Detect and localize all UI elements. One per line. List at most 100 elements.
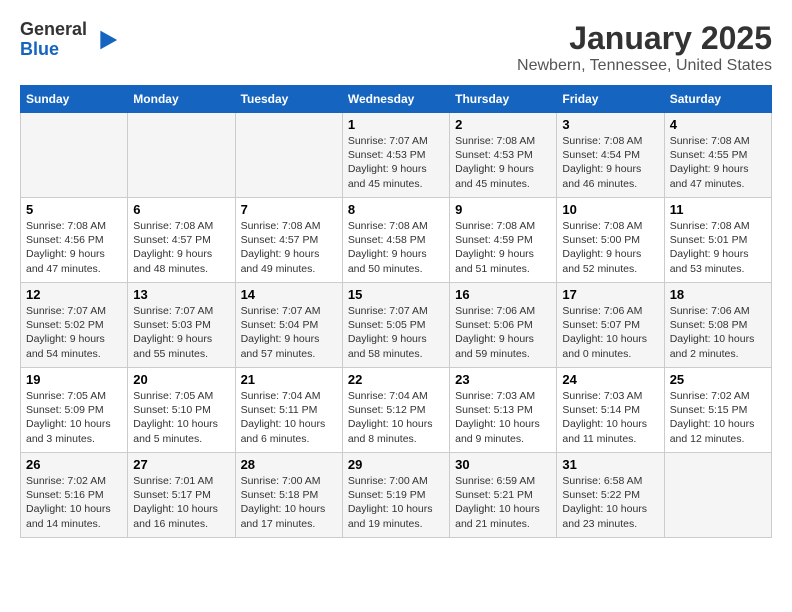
day-detail: Sunrise: 7:00 AM Sunset: 5:19 PM Dayligh… bbox=[348, 474, 444, 531]
calendar-day-cell: 9 Sunrise: 7:08 AM Sunset: 4:59 PM Daylig… bbox=[450, 198, 557, 283]
weekday-header-cell: Saturday bbox=[664, 86, 771, 113]
day-detail: Sunrise: 7:08 AM Sunset: 4:57 PM Dayligh… bbox=[133, 219, 229, 276]
day-detail: Sunrise: 7:05 AM Sunset: 5:10 PM Dayligh… bbox=[133, 389, 229, 446]
calendar-day-cell: 14 Sunrise: 7:07 AM Sunset: 5:04 PM Dayli… bbox=[235, 283, 342, 368]
calendar-day-cell: 21Sunrise: 7:04 AM Sunset: 5:11 PM Dayli… bbox=[235, 368, 342, 453]
day-number: 12 bbox=[26, 287, 122, 302]
day-number: 6 bbox=[133, 202, 229, 217]
day-detail: Sunrise: 7:06 AM Sunset: 5:08 PM Dayligh… bbox=[670, 304, 766, 361]
day-number: 30 bbox=[455, 457, 551, 472]
calendar-day-cell: 12 Sunrise: 7:07 AM Sunset: 5:02 PM Dayli… bbox=[21, 283, 128, 368]
calendar-day-cell: 23 Sunrise: 7:03 AM Sunset: 5:13 PM Dayli… bbox=[450, 368, 557, 453]
calendar-body: 1 Sunrise: 7:07 AM Sunset: 4:53 PM Daylig… bbox=[21, 113, 772, 538]
day-detail: Sunrise: 7:08 AM Sunset: 4:54 PM Dayligh… bbox=[562, 134, 658, 191]
day-number: 1 bbox=[348, 117, 444, 132]
day-detail: Sunrise: 7:07 AM Sunset: 5:05 PM Dayligh… bbox=[348, 304, 444, 361]
day-detail: Sunrise: 7:08 AM Sunset: 5:00 PM Dayligh… bbox=[562, 219, 658, 276]
day-detail: Sunrise: 7:07 AM Sunset: 5:03 PM Dayligh… bbox=[133, 304, 229, 361]
logo-icon bbox=[91, 26, 119, 54]
day-detail: Sunrise: 7:08 AM Sunset: 4:56 PM Dayligh… bbox=[26, 219, 122, 276]
calendar-week-row: 12 Sunrise: 7:07 AM Sunset: 5:02 PM Dayli… bbox=[21, 283, 772, 368]
title-block: January 2025 Newbern, Tennessee, United … bbox=[517, 20, 772, 75]
calendar-table: SundayMondayTuesdayWednesdayThursdayFrid… bbox=[20, 85, 772, 538]
day-detail: Sunrise: 7:05 AM Sunset: 5:09 PM Dayligh… bbox=[26, 389, 122, 446]
logo-blue: Blue bbox=[20, 39, 59, 59]
calendar-day-cell: 29 Sunrise: 7:00 AM Sunset: 5:19 PM Dayli… bbox=[342, 453, 449, 538]
logo-general: General bbox=[20, 19, 87, 39]
calendar-day-cell: 15Sunrise: 7:07 AM Sunset: 5:05 PM Dayli… bbox=[342, 283, 449, 368]
day-number: 28 bbox=[241, 457, 337, 472]
day-detail: Sunrise: 7:08 AM Sunset: 4:55 PM Dayligh… bbox=[670, 134, 766, 191]
calendar-week-row: 5Sunrise: 7:08 AM Sunset: 4:56 PM Daylig… bbox=[21, 198, 772, 283]
day-number: 21 bbox=[241, 372, 337, 387]
calendar-day-cell: 20 Sunrise: 7:05 AM Sunset: 5:10 PM Dayli… bbox=[128, 368, 235, 453]
calendar-week-row: 1 Sunrise: 7:07 AM Sunset: 4:53 PM Daylig… bbox=[21, 113, 772, 198]
day-detail: Sunrise: 7:06 AM Sunset: 5:06 PM Dayligh… bbox=[455, 304, 551, 361]
calendar-day-cell bbox=[128, 113, 235, 198]
location-title: Newbern, Tennessee, United States bbox=[517, 57, 772, 75]
day-number: 31 bbox=[562, 457, 658, 472]
day-detail: Sunrise: 7:07 AM Sunset: 5:04 PM Dayligh… bbox=[241, 304, 337, 361]
day-number: 18 bbox=[670, 287, 766, 302]
calendar-day-cell: 6 Sunrise: 7:08 AM Sunset: 4:57 PM Daylig… bbox=[128, 198, 235, 283]
day-detail: Sunrise: 6:58 AM Sunset: 5:22 PM Dayligh… bbox=[562, 474, 658, 531]
weekday-header-cell: Thursday bbox=[450, 86, 557, 113]
calendar-day-cell bbox=[21, 113, 128, 198]
day-number: 23 bbox=[455, 372, 551, 387]
day-detail: Sunrise: 7:07 AM Sunset: 4:53 PM Dayligh… bbox=[348, 134, 444, 191]
calendar-day-cell: 1 Sunrise: 7:07 AM Sunset: 4:53 PM Daylig… bbox=[342, 113, 449, 198]
weekday-header-cell: Monday bbox=[128, 86, 235, 113]
day-number: 16 bbox=[455, 287, 551, 302]
day-number: 10 bbox=[562, 202, 658, 217]
day-number: 20 bbox=[133, 372, 229, 387]
day-number: 8 bbox=[348, 202, 444, 217]
calendar-day-cell: 8 Sunrise: 7:08 AM Sunset: 4:58 PM Daylig… bbox=[342, 198, 449, 283]
calendar-day-cell: 30 Sunrise: 6:59 AM Sunset: 5:21 PM Dayli… bbox=[450, 453, 557, 538]
calendar-day-cell bbox=[235, 113, 342, 198]
day-detail: Sunrise: 7:08 AM Sunset: 4:53 PM Dayligh… bbox=[455, 134, 551, 191]
calendar-day-cell: 28 Sunrise: 7:00 AM Sunset: 5:18 PM Dayli… bbox=[235, 453, 342, 538]
calendar-day-cell: 25 Sunrise: 7:02 AM Sunset: 5:15 PM Dayli… bbox=[664, 368, 771, 453]
calendar-day-cell: 7 Sunrise: 7:08 AM Sunset: 4:57 PM Daylig… bbox=[235, 198, 342, 283]
day-detail: Sunrise: 7:08 AM Sunset: 4:57 PM Dayligh… bbox=[241, 219, 337, 276]
calendar-week-row: 19Sunrise: 7:05 AM Sunset: 5:09 PM Dayli… bbox=[21, 368, 772, 453]
calendar-day-cell: 26 Sunrise: 7:02 AM Sunset: 5:16 PM Dayli… bbox=[21, 453, 128, 538]
day-detail: Sunrise: 7:08 AM Sunset: 5:01 PM Dayligh… bbox=[670, 219, 766, 276]
day-number: 26 bbox=[26, 457, 122, 472]
day-detail: Sunrise: 7:08 AM Sunset: 4:59 PM Dayligh… bbox=[455, 219, 551, 276]
day-detail: Sunrise: 7:07 AM Sunset: 5:02 PM Dayligh… bbox=[26, 304, 122, 361]
calendar-day-cell: 17Sunrise: 7:06 AM Sunset: 5:07 PM Dayli… bbox=[557, 283, 664, 368]
month-title: January 2025 bbox=[517, 20, 772, 57]
calendar-day-cell: 11 Sunrise: 7:08 AM Sunset: 5:01 PM Dayli… bbox=[664, 198, 771, 283]
day-number: 25 bbox=[670, 372, 766, 387]
calendar-day-cell: 2Sunrise: 7:08 AM Sunset: 4:53 PM Daylig… bbox=[450, 113, 557, 198]
calendar-day-cell bbox=[664, 453, 771, 538]
day-number: 27 bbox=[133, 457, 229, 472]
day-detail: Sunrise: 7:02 AM Sunset: 5:16 PM Dayligh… bbox=[26, 474, 122, 531]
calendar-day-cell: 27Sunrise: 7:01 AM Sunset: 5:17 PM Dayli… bbox=[128, 453, 235, 538]
day-detail: Sunrise: 7:08 AM Sunset: 4:58 PM Dayligh… bbox=[348, 219, 444, 276]
day-number: 11 bbox=[670, 202, 766, 217]
weekday-header-cell: Friday bbox=[557, 86, 664, 113]
weekday-header-cell: Sunday bbox=[21, 86, 128, 113]
calendar-day-cell: 4Sunrise: 7:08 AM Sunset: 4:55 PM Daylig… bbox=[664, 113, 771, 198]
calendar-week-row: 26 Sunrise: 7:02 AM Sunset: 5:16 PM Dayli… bbox=[21, 453, 772, 538]
day-detail: Sunrise: 7:04 AM Sunset: 5:12 PM Dayligh… bbox=[348, 389, 444, 446]
day-detail: Sunrise: 7:03 AM Sunset: 5:14 PM Dayligh… bbox=[562, 389, 658, 446]
day-number: 9 bbox=[455, 202, 551, 217]
day-detail: Sunrise: 7:03 AM Sunset: 5:13 PM Dayligh… bbox=[455, 389, 551, 446]
page-header: General Blue January 2025 Newbern, Tenne… bbox=[20, 20, 772, 75]
day-number: 22 bbox=[348, 372, 444, 387]
weekday-header-cell: Tuesday bbox=[235, 86, 342, 113]
day-number: 29 bbox=[348, 457, 444, 472]
calendar-day-cell: 18 Sunrise: 7:06 AM Sunset: 5:08 PM Dayli… bbox=[664, 283, 771, 368]
day-number: 24 bbox=[562, 372, 658, 387]
day-number: 14 bbox=[241, 287, 337, 302]
calendar-day-cell: 5Sunrise: 7:08 AM Sunset: 4:56 PM Daylig… bbox=[21, 198, 128, 283]
day-number: 7 bbox=[241, 202, 337, 217]
calendar-day-cell: 10 Sunrise: 7:08 AM Sunset: 5:00 PM Dayli… bbox=[557, 198, 664, 283]
day-detail: Sunrise: 7:00 AM Sunset: 5:18 PM Dayligh… bbox=[241, 474, 337, 531]
day-detail: Sunrise: 6:59 AM Sunset: 5:21 PM Dayligh… bbox=[455, 474, 551, 531]
day-detail: Sunrise: 7:02 AM Sunset: 5:15 PM Dayligh… bbox=[670, 389, 766, 446]
calendar-day-cell: 31 Sunrise: 6:58 AM Sunset: 5:22 PM Dayli… bbox=[557, 453, 664, 538]
